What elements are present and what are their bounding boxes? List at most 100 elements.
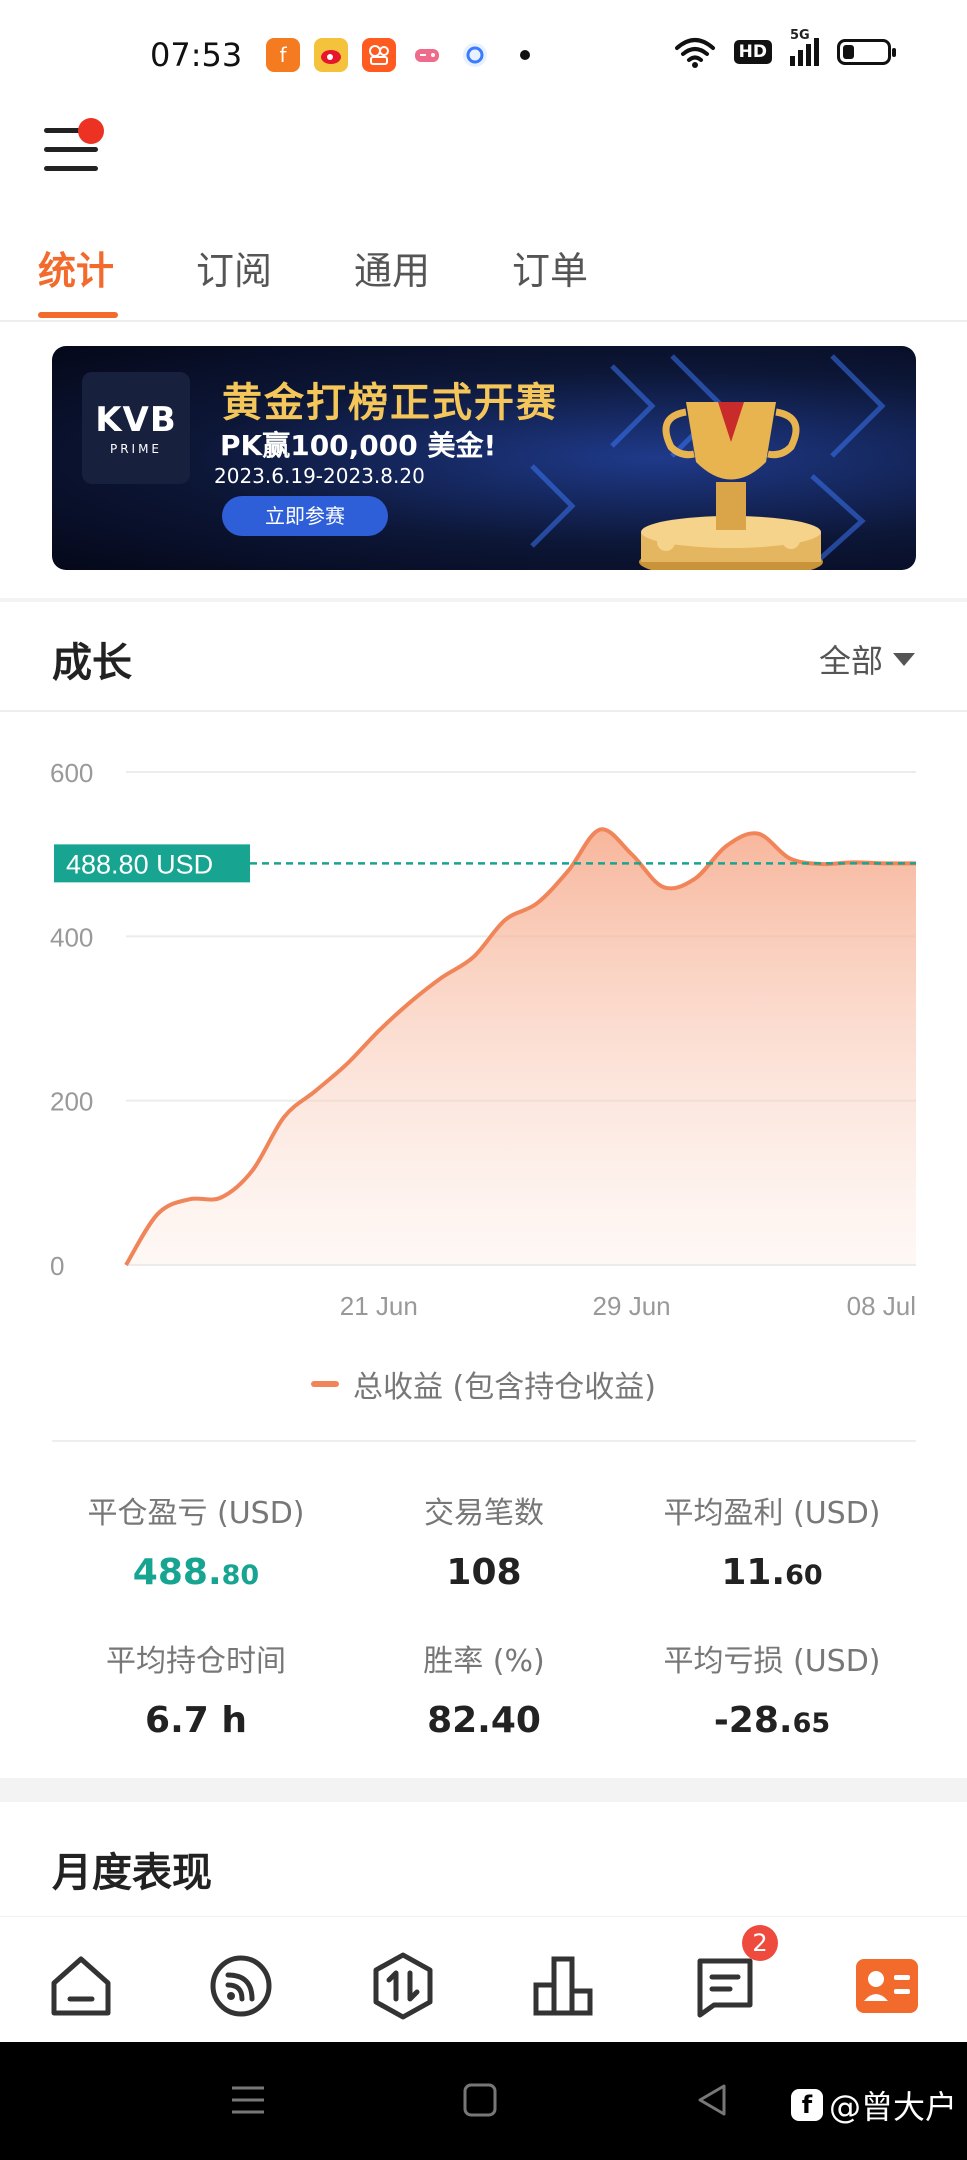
stat-value: -28.65 [713, 1700, 831, 1741]
system-icons: HD 5G [674, 28, 896, 68]
series-point [882, 861, 886, 865]
stat-label: 平均持仓时间 [106, 1644, 286, 1679]
back-icon[interactable] [694, 2082, 730, 2118]
period-filter-dropdown[interactable]: 全部 [819, 636, 915, 682]
douyin-logo-icon: f [790, 2089, 823, 2121]
series-point [503, 918, 507, 922]
x-axis-ticks: 21 Jun 29 Jun 08 Jul [340, 1291, 916, 1320]
y-tick-label: 200 [50, 1087, 93, 1117]
status-bar: 07:53 f HD 5G [0, 0, 967, 112]
battery-level [843, 45, 854, 59]
stat-win-rate: 胜率 (%) 82.40 [340, 1636, 628, 1741]
nav-profile[interactable] [852, 1951, 922, 2021]
series-point [187, 1197, 191, 1201]
ranking-icon [533, 1956, 593, 2016]
nav-ranking[interactable] [528, 1951, 598, 2021]
stat-average-holding-time: 平均持仓时间 6.7 h [52, 1636, 340, 1741]
section-divider [0, 598, 967, 602]
network-type-label: 5G [790, 28, 810, 43]
nav-feed[interactable] [206, 1951, 276, 2021]
nav-messages[interactable]: 2 [690, 1925, 778, 2021]
menu-button[interactable] [40, 118, 108, 186]
stat-label: 平均亏损 (USD) [663, 1644, 881, 1679]
x-tick-label: 21 Jun [340, 1291, 418, 1320]
banner-date-range: 2023.6.19-2023.8.20 [214, 464, 425, 488]
status-time: 07:53 [150, 36, 243, 74]
growth-title: 成长 [52, 640, 132, 686]
monthly-performance-title: 月度表现 [52, 1850, 212, 1896]
x-tick-label: 29 Jun [593, 1291, 671, 1320]
recent-apps-icon[interactable] [230, 2082, 266, 2118]
app-notification-icon: f [266, 38, 300, 72]
stat-label: 胜率 (%) [423, 1644, 545, 1679]
unread-badge: 2 [742, 1925, 778, 1961]
stat-value: 488.80 [132, 1552, 260, 1593]
series-point [566, 869, 570, 873]
watermark-text: @曾大户 [828, 2088, 957, 2126]
signal-icon: 5G [790, 28, 819, 66]
current-value-label: 488.80 USD [54, 844, 250, 883]
wifi-icon [674, 38, 715, 68]
join-now-button[interactable]: 立即参赛 [222, 496, 388, 536]
stat-label: 交易笔数 [424, 1496, 544, 1531]
series-point [124, 1263, 128, 1267]
stat-closed-pnl: 平仓盈亏 (USD) 488.80 [52, 1488, 340, 1593]
growth-header-divider [0, 710, 967, 712]
series-point [472, 955, 476, 959]
y-tick-label: 400 [50, 922, 93, 952]
profile-card-icon [856, 1959, 918, 2013]
section-divider [0, 1778, 967, 1802]
menu-notification-dot [78, 118, 104, 144]
tab-general[interactable]: 通用 [354, 240, 430, 295]
series-point [408, 1000, 412, 1004]
kuaishou-icon [362, 38, 396, 72]
weibo-icon [314, 38, 348, 72]
growth-area-fill [126, 829, 916, 1265]
series-point [693, 877, 697, 881]
series-point [314, 1089, 318, 1093]
nav-home[interactable] [46, 1951, 116, 2021]
stat-value: 82.40 [427, 1700, 541, 1741]
battery-icon [837, 39, 896, 65]
home-icon [51, 1956, 111, 2016]
kvb-logo: KVB PRIME [82, 372, 190, 484]
tab-statistics[interactable]: 统计 [38, 240, 114, 295]
stat-average-profit: 平均盈利 (USD) 11.60 [628, 1488, 916, 1593]
stats-divider [52, 1440, 916, 1442]
current-value-text: 488.80 USD [66, 849, 213, 879]
promo-banner[interactable]: KVB PRIME 黄金打榜正式开赛 PK赢100,000 美金! 2023.6… [52, 346, 916, 570]
feed-icon [210, 1955, 272, 2017]
period-filter-label: 全部 [818, 642, 883, 680]
growth-chart: 600 400 200 0 21 Jun 29 Jun 08 Jul 488.80 USD [50, 758, 917, 1320]
series-point [345, 1062, 349, 1066]
home-button-icon[interactable] [462, 2082, 498, 2118]
series-point [250, 1169, 254, 1173]
game-icon [410, 38, 444, 72]
message-icon [697, 1958, 753, 2018]
series-point [440, 975, 444, 979]
tab-orders[interactable]: 订单 [512, 240, 588, 295]
stat-label: 平均盈利 (USD) [663, 1496, 881, 1531]
series-point [756, 832, 760, 836]
more-notifications-dot [520, 50, 530, 60]
tab-subscription[interactable]: 订阅 [196, 240, 272, 295]
series-point [724, 844, 728, 848]
browser-icon [458, 38, 492, 72]
stat-trade-count: 交易笔数 108 [340, 1488, 628, 1593]
trophy-icon [639, 402, 823, 570]
logo-subtext: PRIME [109, 442, 163, 456]
banner-subtitle: PK赢100,000 美金! [220, 429, 497, 462]
notification-icons: f [266, 38, 530, 72]
nav-trade[interactable] [368, 1951, 438, 2021]
caret-down-icon [893, 652, 915, 666]
x-tick-label: 08 Jul [847, 1291, 916, 1320]
bottom-navigation: 2 [0, 1916, 967, 2043]
legend-swatch [311, 1381, 340, 1387]
legend-label: 总收益 (包含持仓收益) [353, 1370, 656, 1405]
stat-average-loss: 平均亏损 (USD) -28.65 [628, 1636, 916, 1741]
y-tick-label: 600 [50, 758, 93, 788]
series-point [156, 1212, 160, 1216]
series-point [630, 852, 634, 856]
trade-icon [373, 1952, 433, 2020]
series-point [377, 1029, 381, 1033]
